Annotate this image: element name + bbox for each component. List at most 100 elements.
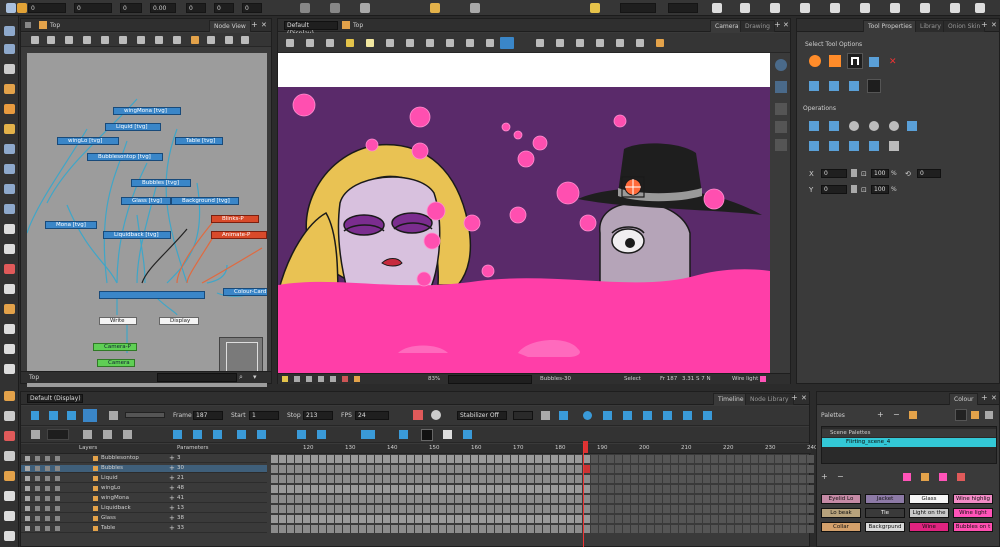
frame-cell[interactable] (503, 525, 510, 533)
node-table[interactable]: Table [tvg] (175, 137, 223, 145)
layer-row[interactable]: wingLo +48 (21, 485, 267, 493)
frame-cell[interactable] (295, 475, 302, 483)
frame-cell[interactable] (679, 485, 686, 493)
mask-icon[interactable] (860, 3, 870, 13)
frame-cell[interactable] (655, 515, 662, 523)
collapse-icon[interactable] (241, 36, 249, 44)
snap-contour-icon[interactable] (869, 57, 879, 67)
frame-cell[interactable] (783, 525, 790, 533)
close-icon[interactable]: ✕ (991, 394, 997, 402)
frame-cell[interactable] (551, 455, 558, 463)
frame-cell[interactable] (751, 515, 758, 523)
frame-cell[interactable] (503, 505, 510, 513)
remove-colour-icon[interactable]: − (837, 472, 844, 481)
frame-cell[interactable] (663, 505, 670, 513)
smooth-icon[interactable] (907, 121, 917, 131)
frame-cell[interactable] (359, 515, 366, 523)
add-drawing-icon[interactable] (103, 430, 112, 439)
frame-cell[interactable] (599, 455, 606, 463)
frame-cell[interactable] (327, 465, 334, 473)
frame-cell[interactable] (759, 515, 766, 523)
frame-cell[interactable] (767, 465, 774, 473)
frame-cell[interactable] (311, 475, 318, 483)
grip-icon[interactable] (25, 22, 31, 28)
frame-cell[interactable] (391, 495, 398, 503)
frame-cell[interactable] (783, 485, 790, 493)
frame-cell[interactable] (319, 465, 326, 473)
colour-swatch[interactable]: Backgrpund (865, 522, 905, 532)
frame-cell[interactable] (383, 515, 390, 523)
frame-cell[interactable] (719, 465, 726, 473)
frame-cell[interactable] (495, 495, 502, 503)
frame-cell[interactable] (463, 505, 470, 513)
frame-cell[interactable] (671, 455, 678, 463)
frame-cell[interactable] (511, 455, 518, 463)
paint-tool-icon[interactable] (4, 224, 15, 234)
frame-cell[interactable] (655, 455, 662, 463)
frame-cell[interactable] (759, 465, 766, 473)
frame-cell[interactable] (567, 455, 574, 463)
frame-cell[interactable] (479, 495, 486, 503)
frame-cell[interactable] (631, 485, 638, 493)
tab-drawing[interactable]: Drawing (740, 20, 775, 32)
frame-cell[interactable] (695, 495, 702, 503)
frame-cell[interactable] (431, 465, 438, 473)
cube-icon[interactable] (775, 81, 787, 93)
frame-cell[interactable] (359, 525, 366, 533)
frame-cell[interactable] (543, 495, 550, 503)
colour-swatch[interactable]: Light on the (909, 508, 949, 518)
node-colour-card[interactable]: Colour-Card (223, 288, 267, 296)
frame-cell[interactable] (351, 495, 358, 503)
frame-cell[interactable] (287, 485, 294, 493)
text-tool-icon[interactable] (4, 124, 15, 134)
frame-cell[interactable] (511, 525, 518, 533)
add-colour-icon[interactable]: + (821, 472, 828, 481)
add-param-icon[interactable]: + (169, 515, 175, 522)
frame-cell[interactable] (535, 455, 542, 463)
frame-cell[interactable] (447, 505, 454, 513)
close-icon[interactable]: ✕ (783, 21, 789, 29)
layer-row[interactable]: wingMona +41 (21, 495, 267, 503)
close-icon[interactable]: ✕ (801, 394, 807, 402)
frame-cell[interactable] (567, 465, 574, 473)
frame-cell[interactable] (375, 505, 382, 513)
volume-slider[interactable] (125, 412, 165, 418)
onion-icon[interactable] (740, 3, 750, 13)
frame-cell[interactable] (599, 475, 606, 483)
frame-cell[interactable] (447, 475, 454, 483)
eraser-tool-icon[interactable] (4, 264, 15, 274)
pin-icon[interactable] (31, 430, 40, 439)
rigging-tool-icon[interactable] (4, 411, 15, 421)
frame-cell[interactable] (799, 455, 806, 463)
frame-cell[interactable] (551, 525, 558, 533)
layer-name[interactable]: Table (101, 525, 115, 532)
frame-cell[interactable] (551, 465, 558, 473)
node-liquidback[interactable]: Liquidback [tvg] (103, 231, 171, 239)
frame-cell[interactable] (311, 515, 318, 523)
frame-cell[interactable] (679, 505, 686, 513)
frame-cell[interactable] (311, 505, 318, 513)
layer-frames[interactable] (271, 495, 814, 503)
frame-cell[interactable] (527, 495, 534, 503)
frame-cell[interactable] (455, 505, 462, 513)
tree-icon[interactable] (83, 36, 91, 44)
layer-frames[interactable] (271, 475, 814, 483)
select-by-colour-icon[interactable] (809, 81, 819, 91)
layer-frames[interactable] (271, 465, 814, 473)
close-icon[interactable]: ✕ (261, 21, 267, 29)
frame-cell[interactable] (767, 495, 774, 503)
frame-cell[interactable] (495, 505, 502, 513)
frame-cell[interactable] (655, 505, 662, 513)
lasso-icon[interactable] (809, 55, 821, 67)
frame-cell[interactable] (751, 525, 758, 533)
select-strokes-icon[interactable] (829, 81, 839, 91)
frame-cell[interactable] (479, 505, 486, 513)
visibility-icon[interactable] (25, 466, 30, 471)
marquee-icon[interactable] (829, 55, 841, 67)
add-tab-icon[interactable]: + (791, 394, 798, 402)
frame-cell[interactable] (519, 465, 526, 473)
frame-cell[interactable] (591, 455, 598, 463)
frame-cell[interactable] (495, 455, 502, 463)
frame-cell[interactable] (599, 495, 606, 503)
frame-cell[interactable] (599, 515, 606, 523)
